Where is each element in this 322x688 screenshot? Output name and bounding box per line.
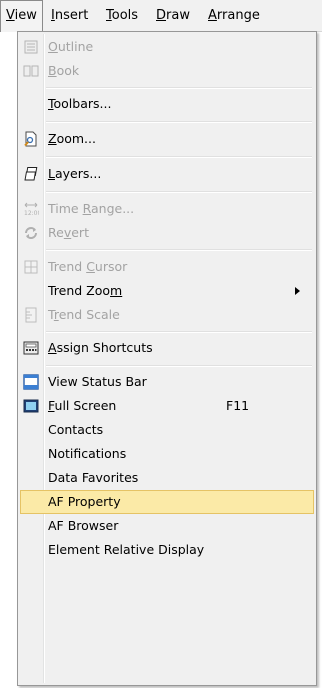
menu-item-toolbars[interactable]: Toolbars... (20, 92, 314, 116)
full-screen-icon (23, 398, 39, 414)
menu-item-label: AF Property (48, 494, 121, 509)
menu-item-label: Element Relative Display (48, 542, 205, 557)
menu-item-trend-zoom[interactable]: Trend Zoom (20, 279, 314, 303)
book-icon (23, 63, 39, 79)
menu-item-data-favorites[interactable]: Data Favorites (20, 466, 314, 490)
trend-cursor-icon (23, 259, 39, 275)
menu-item-af-property[interactable]: AF Property (20, 490, 314, 514)
submenu-arrow-icon (295, 287, 300, 295)
menu-separator (46, 87, 312, 89)
menu-item-book[interactable]: Book (20, 59, 314, 83)
shortcut-label: F11 (226, 398, 250, 413)
zoom-icon (23, 131, 39, 147)
menu-item-full-screen[interactable]: Full Screen F11 (20, 394, 314, 418)
menu-item-label: AF Browser (48, 518, 119, 533)
menu-item-label: Revert (48, 225, 89, 240)
outline-icon (23, 39, 39, 55)
menu-item-element-relative-display[interactable]: Element Relative Display (20, 538, 314, 562)
menu-item-label: Trend Cursor (48, 259, 128, 274)
menu-item-contacts[interactable]: Contacts (20, 418, 314, 442)
menu-bar: View Insert Tools Draw Arrange (0, 0, 322, 32)
menu-item-label: Assign Shortcuts (48, 340, 153, 355)
menu-item-label: Data Favorites (48, 470, 139, 485)
menu-item-layers[interactable]: Layers... (20, 162, 314, 186)
menu-item-label: Notifications (48, 446, 127, 461)
menu-item-label: Outline (48, 39, 94, 54)
menu-item-label: Book (48, 63, 80, 78)
menu-separator (46, 331, 312, 333)
keyboard-icon (23, 340, 39, 356)
menu-item-label: Layers... (48, 166, 102, 181)
menu-draw[interactable]: Draw (151, 0, 195, 31)
revert-icon (23, 225, 39, 241)
menu-item-label: Toolbars... (48, 96, 112, 111)
menu-separator (46, 156, 312, 158)
menu-tools[interactable]: Tools (101, 0, 143, 31)
menu-view[interactable]: View (0, 0, 43, 32)
menu-item-label: Trend Zoom (48, 283, 123, 298)
menu-item-revert[interactable]: Revert (20, 221, 314, 245)
menu-item-af-browser[interactable]: AF Browser (20, 514, 314, 538)
menu-item-label: Contacts (48, 422, 104, 437)
menu-separator (46, 121, 312, 123)
menu-item-trend-scale[interactable]: Trend Scale (20, 303, 314, 327)
menu-item-notifications[interactable]: Notifications (20, 442, 314, 466)
menu-item-zoom[interactable]: Zoom... (20, 127, 314, 151)
menu-item-outline[interactable]: Outline (20, 35, 314, 59)
menu-insert[interactable]: Insert (46, 0, 93, 31)
menu-item-label: Time Range... (48, 201, 135, 216)
menu-item-time-range[interactable]: 12:00 Time Range... (20, 197, 314, 221)
menu-item-assign-shortcuts[interactable]: Assign Shortcuts (20, 336, 314, 360)
menu-item-label: Full Screen (48, 398, 117, 413)
layers-icon (23, 166, 39, 182)
svg-text:12:00: 12:00 (24, 210, 39, 217)
status-bar-icon (23, 374, 39, 390)
time-range-icon: 12:00 (23, 201, 41, 217)
menu-separator (46, 191, 312, 193)
view-menu-dropdown: Outline Book Toolbars... Zoom... Layers.… (17, 31, 317, 686)
menu-item-label: Zoom... (48, 131, 96, 146)
menu-item-view-status-bar[interactable]: View Status Bar (20, 370, 314, 394)
menu-arrange[interactable]: Arrange (203, 0, 265, 31)
menu-item-trend-cursor[interactable]: Trend Cursor (20, 255, 314, 279)
menu-separator (46, 249, 312, 251)
trend-scale-icon (23, 307, 39, 323)
menu-item-label: View Status Bar (48, 374, 147, 389)
menu-separator (46, 365, 312, 367)
menu-item-label: Trend Scale (48, 307, 120, 322)
